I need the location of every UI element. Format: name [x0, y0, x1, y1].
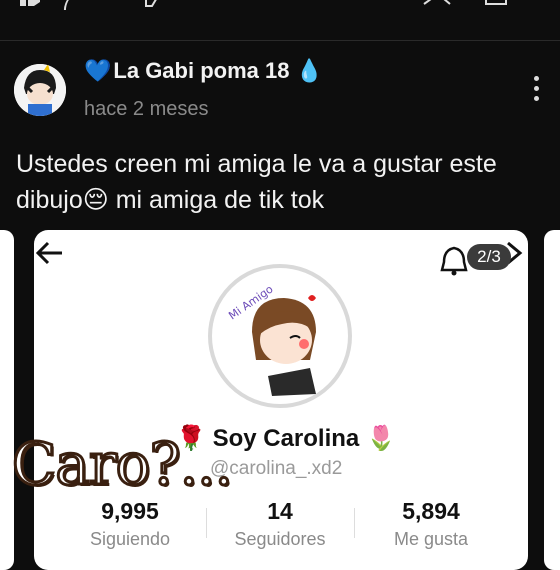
carousel-next-card[interactable]: [544, 230, 560, 570]
post-actions-bar: 7: [0, 0, 560, 41]
tulip-icon: 🌷: [365, 425, 396, 452]
like-icon[interactable]: [18, 0, 44, 20]
author-avatar[interactable]: [14, 64, 66, 116]
carousel-prev-card[interactable]: [0, 230, 14, 570]
stat-divider: [354, 508, 355, 538]
more-icon[interactable]: [524, 0, 534, 20]
like-count: 7: [60, 0, 73, 15]
share-icon[interactable]: [422, 0, 452, 20]
comment-icon[interactable]: [484, 0, 510, 20]
stat-divider: [206, 508, 207, 538]
droplet-icon: 💧: [295, 58, 323, 83]
author-name[interactable]: 💙La Gabi poma 18 💧: [84, 58, 323, 84]
bell-icon: [440, 246, 468, 281]
carousel-pager: 2/3: [467, 244, 511, 270]
dislike-icon[interactable]: [138, 0, 164, 20]
more-vertical-icon[interactable]: [534, 76, 542, 106]
profile-picture: Mi Amigo: [208, 264, 352, 408]
post-timestamp: hace 2 meses: [84, 98, 209, 120]
post-header: 💙La Gabi poma 18 💧 hace 2 meses: [0, 48, 560, 138]
stat-likes: 5,894 Me gusta: [393, 498, 469, 549]
overlay-caption: Caro?...: [10, 429, 234, 500]
post-body: Ustedes creen mi amiga le va a gustar es…: [16, 150, 497, 214]
arrow-left-icon[interactable]: [34, 238, 64, 276]
stat-followers: 14 Seguidores: [234, 498, 326, 549]
blue-heart-icon: 💙: [84, 58, 112, 83]
stat-following: 9,995 Siguiendo: [89, 498, 171, 549]
